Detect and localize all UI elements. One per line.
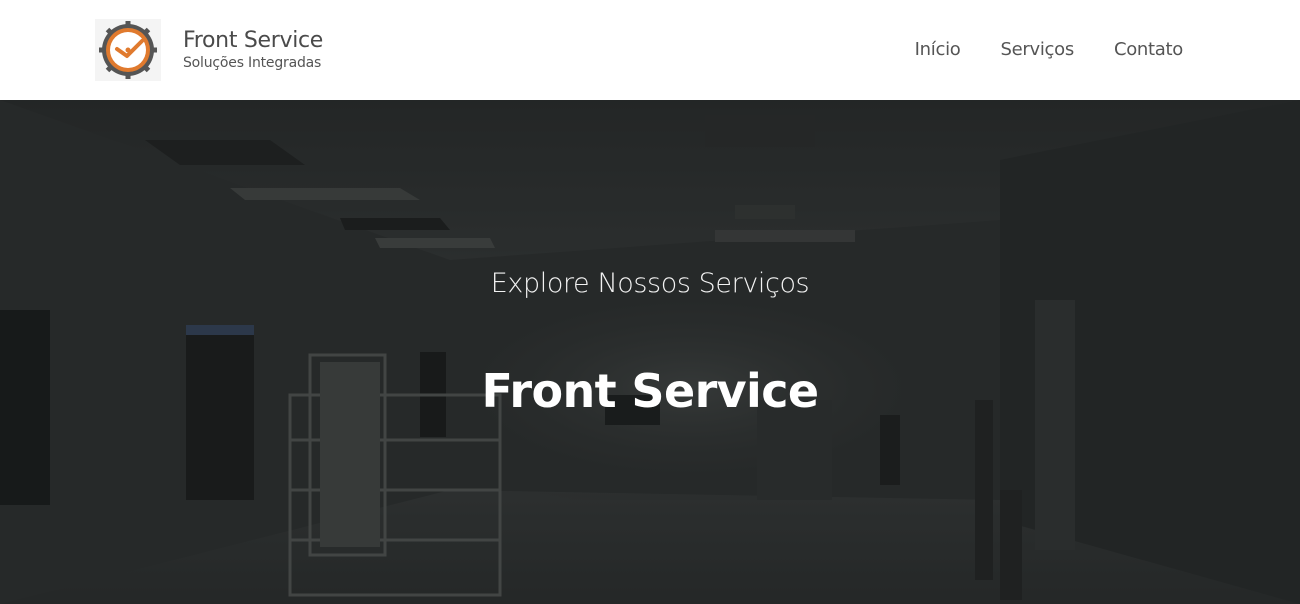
main-nav: Início Serviços Contato — [915, 36, 1184, 64]
hero-overlay — [0, 100, 1300, 604]
brand-tagline: Soluções Integradas — [183, 55, 322, 71]
hero-subtitle: Explore Nossos Serviços — [490, 268, 810, 299]
brand-name: Front Service — [183, 28, 324, 53]
hero-title: Front Service — [481, 364, 820, 418]
brand-logo-link[interactable]: Front Service Soluções Integradas — [95, 18, 323, 82]
brand-text: Front Service Soluções Integradas — [183, 28, 323, 72]
clock-gear-icon — [95, 19, 161, 81]
nav-link-contato[interactable]: Contato — [1114, 36, 1183, 64]
site-header: Front Service Soluções Integradas Início… — [0, 0, 1300, 100]
hero-section: Explore Nossos Serviços Front Service — [0, 100, 1300, 604]
nav-link-servicos[interactable]: Serviços — [1000, 36, 1074, 64]
nav-link-inicio[interactable]: Início — [915, 36, 961, 64]
